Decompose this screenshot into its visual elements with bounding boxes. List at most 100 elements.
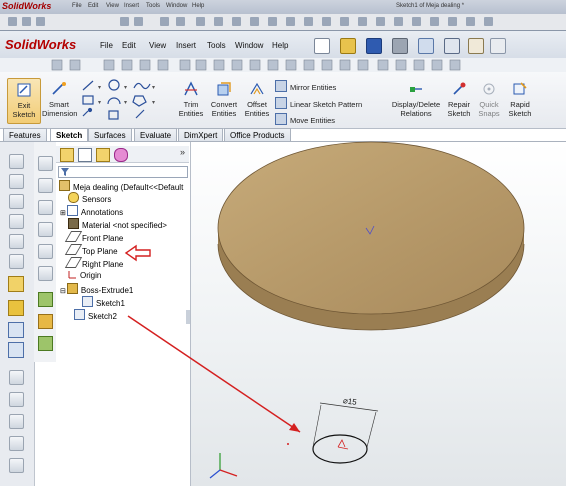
tree-item-origin[interactable]: Origin (68, 270, 101, 281)
mirror-entities-button[interactable]: Mirror Entities (275, 80, 337, 92)
background-menu-file[interactable]: File (72, 3, 82, 9)
graphics-area[interactable] (191, 142, 566, 486)
sketch-tools-grid[interactable]: ▾ ▾ ▾ ▾ ▾ ▾ (80, 78, 172, 122)
background-menu-tools[interactable]: Tools (146, 3, 160, 9)
exit-sketch-button[interactable]: Exit Sketch (7, 78, 41, 124)
tab-surfaces[interactable]: Surfaces (88, 128, 132, 142)
configuration-tab-icon[interactable] (96, 148, 110, 162)
menu-tools[interactable]: Tools (207, 41, 226, 50)
feature-tree-tab-icon[interactable] (60, 148, 74, 162)
tree-item-label: Material <not specified> (82, 221, 167, 230)
offset-entities-label: Offset Entities (244, 100, 270, 118)
tree-item-boss-extrude1[interactable]: ⊟ Boss-Extrude1 (60, 283, 133, 295)
background-menu-edit[interactable]: Edit (88, 3, 98, 9)
linear-sketch-pattern-label: Linear Sketch Pattern (290, 100, 363, 109)
filter-input[interactable] (58, 166, 188, 178)
left-tool-11-icon[interactable] (9, 458, 24, 473)
menu-edit[interactable]: Edit (122, 41, 136, 50)
left-tool-sketch-icon[interactable] (8, 276, 24, 292)
trim-entities-button[interactable]: Trim Entities (176, 78, 206, 122)
tree-item-sensors[interactable]: Sensors (68, 192, 111, 204)
left-tool-6-icon[interactable] (9, 254, 24, 269)
convert-entities-button[interactable]: Convert Entities (207, 78, 241, 122)
panel-splitter-handle[interactable] (186, 310, 190, 324)
tree-item-top-plane[interactable]: Top Plane (64, 244, 118, 256)
left2-tool-5-icon[interactable] (38, 244, 53, 259)
left-tool-3-icon[interactable] (9, 194, 24, 209)
background-menu-help[interactable]: Help (192, 3, 204, 9)
left-tool-8-icon[interactable] (9, 392, 24, 407)
background-menu-insert[interactable]: Insert (124, 3, 139, 9)
left-tool-7-icon[interactable] (9, 370, 24, 385)
rebuild-icon[interactable] (468, 38, 484, 54)
smart-dimension-button[interactable]: Smart Dimension (42, 78, 77, 122)
tab-office-products[interactable]: Office Products (224, 128, 291, 142)
sketch-toolbar (0, 58, 566, 72)
expand-chevron-icon[interactable]: » (180, 147, 185, 157)
print-icon[interactable] (392, 38, 408, 54)
left-tool-2-icon[interactable] (9, 174, 24, 189)
tab-evaluate[interactable]: Evaluate (134, 128, 178, 142)
offset-entities-button[interactable]: Offset Entities (242, 78, 272, 122)
new-document-icon[interactable] (314, 38, 330, 54)
open-folder-icon[interactable] (340, 38, 356, 54)
move-entities-button[interactable]: Move Entities (275, 113, 335, 125)
left-tool-9-icon[interactable] (9, 414, 24, 429)
quick-snaps-button[interactable]: Quick Snaps (475, 78, 503, 122)
menu-window[interactable]: Window (235, 41, 263, 50)
tree-item-material[interactable]: Material <not specified> (68, 218, 167, 230)
tree-item-label: Right Plane (82, 260, 124, 269)
background-menu-view[interactable]: View (106, 3, 119, 9)
svg-text:▾: ▾ (152, 85, 155, 91)
options-icon[interactable] (490, 38, 506, 54)
tree-item-right-plane[interactable]: Right Plane (64, 257, 124, 269)
convert-entities-icon (217, 82, 231, 96)
svg-text:▾: ▾ (98, 85, 101, 91)
quick-snaps-label: Quick Snaps (478, 100, 500, 118)
left2-tool-7-icon[interactable] (38, 292, 53, 307)
repair-sketch-button[interactable]: Repair Sketch (445, 78, 473, 122)
tree-root-part[interactable]: Meja dealing (Default<<Default (59, 180, 183, 192)
expand-plus-icon[interactable]: ⊞ (60, 210, 66, 217)
save-icon[interactable] (366, 38, 382, 54)
background-menu-window[interactable]: Window (166, 3, 187, 9)
left2-tool-8-icon[interactable] (38, 314, 53, 329)
undo-icon[interactable] (418, 38, 434, 54)
menu-insert[interactable]: Insert (176, 41, 196, 50)
diameter-dimension-label[interactable]: ⌀15 (342, 396, 357, 407)
left2-tool-1-icon[interactable] (38, 156, 53, 171)
property-manager-tab-icon[interactable] (78, 148, 92, 162)
left-tool-arc-icon[interactable] (8, 322, 24, 338)
tab-features[interactable]: Features (3, 128, 47, 142)
tree-item-sketch2[interactable]: Sketch2 (74, 309, 117, 321)
left2-tool-6-icon[interactable] (38, 266, 53, 281)
left2-tool-4-icon[interactable] (38, 222, 53, 237)
left-tool-line-icon[interactable] (8, 342, 24, 358)
display-delete-relations-button[interactable]: Display/Delete Relations (388, 78, 444, 122)
mirror-entities-label: Mirror Entities (290, 83, 337, 92)
left-tool-10-icon[interactable] (9, 436, 24, 451)
tree-item-annotations[interactable]: ⊞ Annotations (60, 205, 123, 217)
dimxpert-tab-icon[interactable] (114, 148, 128, 162)
linear-sketch-pattern-button[interactable]: Linear Sketch Pattern (275, 97, 363, 109)
left-tool-1-icon[interactable] (9, 154, 24, 169)
menu-file[interactable]: File (100, 41, 113, 50)
plane-icon (64, 257, 83, 268)
collapse-minus-icon[interactable]: ⊟ (60, 288, 66, 295)
offset-entities-icon (250, 82, 264, 95)
left-tool-5-icon[interactable] (9, 234, 24, 249)
tab-sketch[interactable]: Sketch (50, 128, 89, 142)
left-tool-4-icon[interactable] (9, 214, 24, 229)
menu-help[interactable]: Help (272, 41, 288, 50)
select-pointer-icon[interactable] (444, 38, 460, 54)
menu-view[interactable]: View (149, 41, 166, 50)
tree-item-front-plane[interactable]: Front Plane (64, 231, 123, 243)
left2-tool-2-icon[interactable] (38, 178, 53, 193)
tab-dimxpert[interactable]: DimXpert (178, 128, 224, 142)
left2-tool-9-icon[interactable] (38, 336, 53, 351)
left-tool-smart-dim-icon[interactable] (8, 300, 24, 316)
left2-tool-3-icon[interactable] (38, 200, 53, 215)
tree-item-sketch1[interactable]: Sketch1 (82, 296, 125, 308)
left-toolbar-2 (34, 142, 57, 362)
rapid-sketch-button[interactable]: Rapid Sketch (505, 78, 535, 122)
